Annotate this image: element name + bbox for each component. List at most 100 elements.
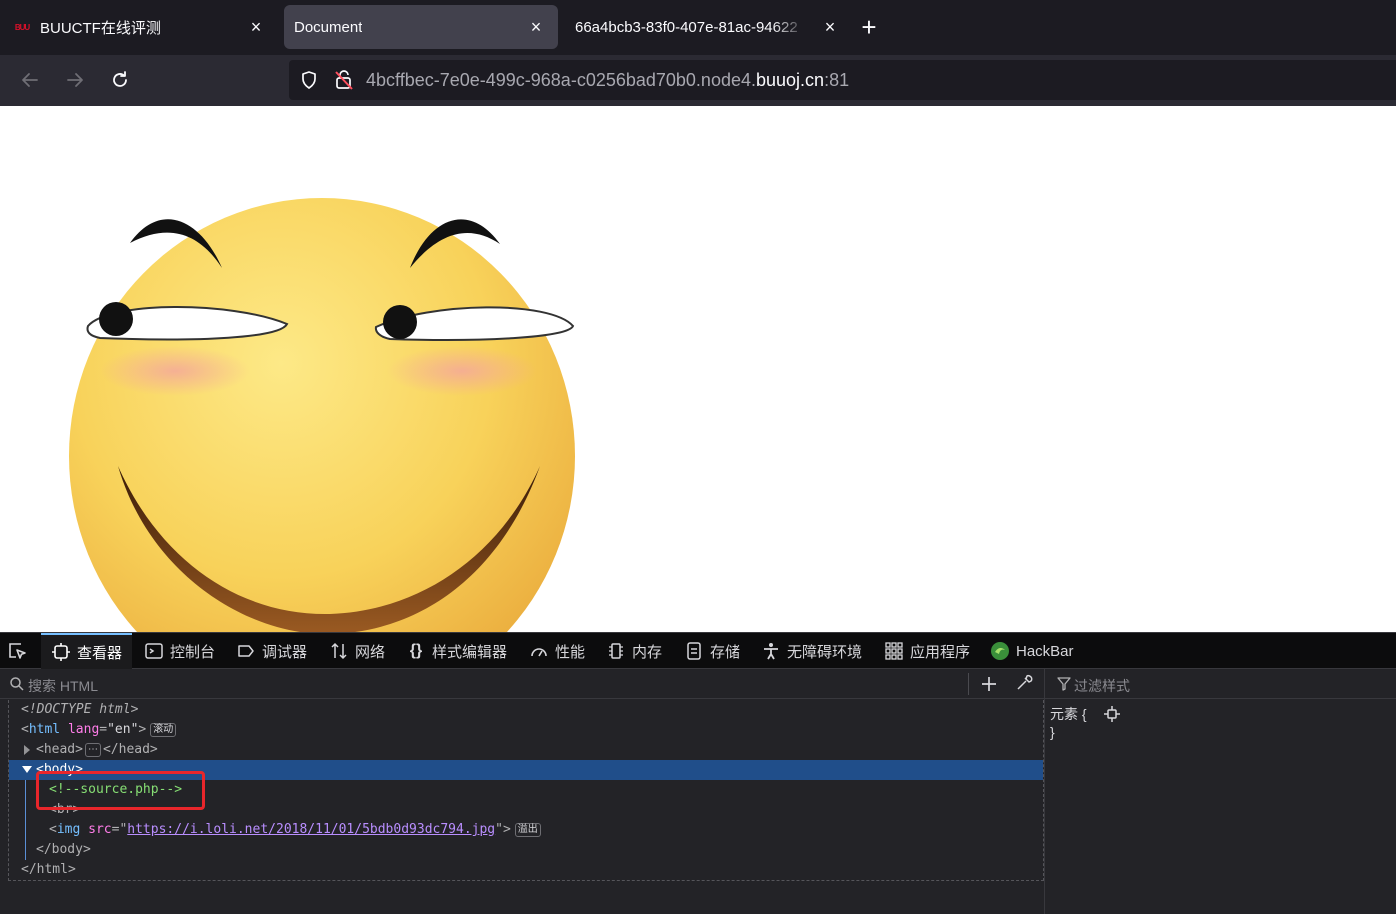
tab-uuid[interactable]: 66a4bcb3-83f0-407e-81ac-94622 × [565,5,840,49]
tab-application[interactable]: 应用程序 [884,633,970,669]
attr-name: src [88,822,112,837]
tab-document[interactable]: Document × [284,5,558,49]
html-tag-name: html [28,722,61,737]
html-node[interactable]: <html lang="en"> 滚动 [9,720,1043,740]
console-icon [144,641,164,661]
tab-performance[interactable]: 性能 [529,633,585,669]
page-viewport [0,106,1396,632]
body-close-node[interactable]: </body> [9,840,1043,860]
tab-label: 控制台 [170,643,216,661]
tab-hackbar[interactable]: HackBar [990,633,1074,669]
close-tab-icon[interactable]: × [246,17,266,37]
attr-name: lang [67,722,100,737]
memory-icon [606,641,626,661]
reload-button[interactable] [105,65,135,95]
close-tab-icon[interactable]: × [820,17,840,37]
node-picker-icon[interactable] [1104,706,1121,722]
element-rule-selector: 元素 { [1050,704,1121,724]
element-picker-icon [9,643,26,659]
performance-icon [529,641,549,661]
doctype-text: <!DOCTYPE html> [21,702,139,717]
img-node[interactable]: <img src="https://i.loli.net/2018/11/01/… [9,820,1043,840]
tab-label: 网络 [355,643,386,661]
tab-label: 应用程序 [910,643,971,661]
attr-equals: =" [111,822,128,837]
tab-accessibility[interactable]: 无障碍环境 [761,633,862,669]
html-search-input[interactable]: 搜索 HTML [28,676,98,696]
url-port: :81 [824,70,850,90]
tab-storage[interactable]: 存储 [684,633,740,669]
tab-buuctf[interactable]: BUU BUUCTF在线评测 × [0,5,278,49]
markup-view: 搜索 HTML <!DOCTYPE html> <html lang="en">… [0,669,1044,914]
doctype-node[interactable]: <!DOCTYPE html> [9,700,1043,720]
tab-label: BUUCTF在线评测 [40,19,161,37]
tab-label: Document [294,18,363,36]
tab-inspector[interactable]: 查看器 [41,633,133,669]
tab-label: 无障碍环境 [787,643,863,661]
expand-triangle-icon[interactable] [23,745,31,755]
tab-strip: BUU BUUCTF在线评测 × Document × 66a4bcb3-83f… [0,0,1396,55]
img-src-link[interactable]: https://i.loli.net/2018/11/01/5bdb0d93dc… [127,822,495,837]
tag-bracket: > [138,722,147,737]
storage-icon [684,641,704,661]
url-host: buuoj.cn [756,70,825,90]
br-node[interactable]: <br> [9,800,1043,820]
navigation-toolbar: 4bcffbec-7e0e-499c-968a-c0256bad70b0.nod… [0,55,1396,106]
overflow-badge[interactable]: 溢出 [514,823,541,837]
arrow-left-icon [22,73,38,87]
tab-label: 存储 [710,643,741,661]
scroll-badge[interactable]: 滚动 [150,723,177,737]
tag-bracket: < [21,722,29,737]
head-close-tag: </head> [102,742,158,757]
collapsed-content-badge[interactable]: ⋯ [84,743,101,757]
debugger-icon [236,641,256,661]
devtools-panel: 查看器 控制台 调试器 网络 {} 样式编辑器 性能 内存 存储 无障碍环境 应… [0,632,1396,914]
devtools-toolbar: 查看器 控制台 调试器 网络 {} 样式编辑器 性能 内存 存储 无障碍环境 应… [0,632,1396,669]
head-open-tag: <head> [36,742,83,757]
body-node-selected[interactable]: <body> [9,760,1043,780]
add-node-icon[interactable] [980,675,998,693]
url-prefix: 4bcffbec-7e0e-499c-968a-c0256bad70b0.nod… [366,70,756,90]
application-icon [884,641,904,661]
insecure-lock-icon[interactable] [334,69,354,91]
reload-icon [113,71,127,87]
tab-label: 66a4bcb3-83f0-407e-81ac-94622 [575,18,798,36]
eyedropper-icon[interactable] [1015,674,1033,692]
tag-bracket: "> [495,822,511,837]
body-open-tag: <body> [36,762,83,777]
rules-view: 过滤样式 元素 { } [1044,669,1396,914]
comment-text: <!--source.php--> [49,782,183,797]
shield-icon[interactable] [299,70,319,90]
smiley-face-image [69,198,575,632]
url-bar[interactable]: 4bcffbec-7e0e-499c-968a-c0256bad70b0.nod… [289,60,1396,100]
html-close-node[interactable]: </html> [9,860,1043,880]
tab-memory[interactable]: 内存 [606,633,662,669]
inspector-icon [51,642,71,662]
tab-network[interactable]: 网络 [329,633,385,669]
comment-node[interactable]: <!--source.php--> [9,780,1043,800]
styles-filter-input[interactable]: 过滤样式 [1074,676,1130,696]
br-tag: <br> [49,802,81,817]
search-icon [10,677,24,691]
tab-console[interactable]: 控制台 [144,633,215,669]
toolbar-divider [968,673,969,695]
style-editor-icon: {} [409,642,423,659]
hackbar-icon [990,641,1010,661]
forward-button[interactable] [60,65,90,95]
body-close-tag: </body> [36,842,91,857]
rule-selector-text: 元素 { [1050,706,1087,722]
close-tab-icon[interactable]: × [526,17,546,37]
collapse-triangle-icon[interactable] [22,766,32,774]
html-close-tag: </html> [21,862,76,877]
new-tab-button[interactable]: + [856,14,882,40]
buuctf-favicon-icon: BUU [14,22,30,32]
tab-label: 查看器 [77,644,123,662]
dom-tree: <!DOCTYPE html> <html lang="en"> 滚动 <head… [8,700,1044,881]
tab-label: HackBar [1016,642,1074,660]
tab-debugger[interactable]: 调试器 [236,633,307,669]
element-picker-button[interactable] [6,633,38,669]
back-button[interactable] [15,65,45,95]
tab-style-editor[interactable]: {} 样式编辑器 [406,633,507,669]
tag-bracket: < [49,822,57,837]
head-node[interactable]: <head> ⋯ </head> [9,740,1043,760]
